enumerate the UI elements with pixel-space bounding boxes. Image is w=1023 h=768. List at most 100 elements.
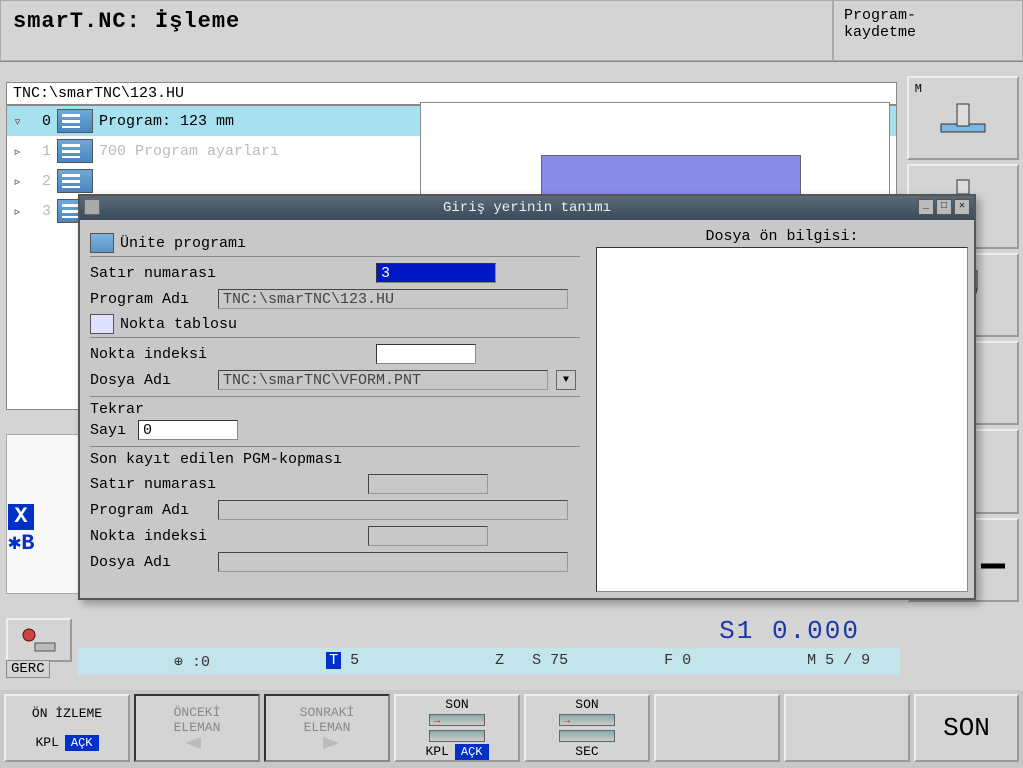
axis-display: X ✱B <box>8 504 68 556</box>
dialog-preview: Dosya ön bilgisi: <box>590 220 974 598</box>
z-label: Z <box>495 652 504 671</box>
gerc-label: GERC <box>6 660 50 678</box>
t-indicator: T <box>326 652 341 669</box>
point-table-icon <box>90 314 114 334</box>
m-label: M <box>915 82 922 95</box>
mode-l2: kaydetme <box>844 24 1012 41</box>
softkey-prev-element[interactable]: ÖNCEKİ ELEMAN <box>134 694 260 762</box>
progress-icon <box>559 730 615 742</box>
point-index-label: Nokta indeksi <box>90 346 240 363</box>
app-title: smarT.NC: İşleme <box>0 0 833 61</box>
softkey-empty-1[interactable] <box>654 694 780 762</box>
axis-b-label: ✱B <box>8 531 34 556</box>
expand-icon[interactable]: ▹ <box>13 202 25 221</box>
progress-icon: → <box>559 714 615 726</box>
softkey-empty-2[interactable] <box>784 694 910 762</box>
program-name-label: Program Adı <box>90 291 210 308</box>
sk-label: ÖN İZLEME <box>32 706 102 721</box>
tree-label: Program: 123 mm <box>99 113 234 130</box>
file-name-label: Dosya Adı <box>90 372 210 389</box>
arrow-left-icon <box>177 735 217 751</box>
minimize-icon[interactable]: _ <box>918 199 934 215</box>
s-value: S 75 <box>532 652 568 671</box>
line-number-label: Satır numarası <box>90 265 240 282</box>
status-icon-button[interactable] <box>6 618 72 662</box>
count-label: Sayı <box>90 422 130 439</box>
unit-program-icon <box>90 233 114 253</box>
saved-line-label: Satır numarası <box>90 476 240 493</box>
dialog-icon <box>84 199 100 215</box>
mode-label: Program- kaydetme <box>833 0 1023 61</box>
saved-point-index-label: Nokta indeksi <box>90 528 240 545</box>
status-values: ⊕ :0 T 5 Z S 75 F 0 M 5 / 9 <box>78 648 900 675</box>
axis-x-label: X <box>8 504 34 530</box>
saved-point-index-field <box>368 526 488 546</box>
saved-program-label: Program Adı <box>90 502 210 519</box>
ack-tag: AÇK <box>455 744 489 760</box>
origin-value: ⊕ :0 <box>174 652 210 671</box>
status-bar: S1 0.000 ⊕ :0 T 5 Z S 75 F 0 M 5 / 9 <box>0 612 900 672</box>
file-name-field[interactable]: TNC:\smarTNC\VFORM.PNT <box>218 370 548 390</box>
dialog-form: Ünite programı Satır numarası 3 Program … <box>80 220 590 598</box>
softkey-bar: ÖN İZLEME KPL AÇK ÖNCEKİ ELEMAN SONRAKİ … <box>0 690 1023 768</box>
minus-icon <box>975 548 1011 584</box>
m-value: M 5 / 9 <box>807 652 870 671</box>
file-preview-label: Dosya ön bilgisi: <box>596 226 968 247</box>
softkey-next-element[interactable]: SONRAKİ ELEMAN <box>264 694 390 762</box>
saved-file-label: Dosya Adı <box>90 554 210 571</box>
spindle-display: S1 0.000 <box>78 616 900 646</box>
last-saved-label: Son kayıt edilen PGM-kopması <box>90 451 580 468</box>
t-value: 5 <box>350 652 359 669</box>
ack-tag: AÇK <box>65 735 99 751</box>
repeat-label: Tekrar <box>90 401 580 418</box>
line-number-input[interactable]: 3 <box>376 263 496 283</box>
progress-icon <box>429 730 485 742</box>
softkey-son-kpl[interactable]: SON → KPL AÇK <box>394 694 520 762</box>
expand-icon[interactable]: ▹ <box>13 142 25 161</box>
saved-line-field <box>368 474 488 494</box>
kpl-label: KPL <box>425 744 448 759</box>
softkey-son[interactable]: SON <box>914 694 1019 762</box>
sec-label: SEC <box>575 744 598 759</box>
close-icon[interactable]: ✕ <box>954 199 970 215</box>
file-preview-area <box>596 247 968 592</box>
expand-icon[interactable]: ▹ <box>13 172 25 191</box>
kpl-label: KPL <box>35 735 58 750</box>
dropdown-icon[interactable]: ▼ <box>556 370 576 390</box>
expand-icon[interactable]: ▿ <box>13 112 25 131</box>
item-icon <box>57 169 93 193</box>
program-icon <box>57 109 93 133</box>
sk-label2: ELEMAN <box>174 720 221 735</box>
machine-icon <box>933 98 993 138</box>
mode-l1: Program- <box>844 7 1012 24</box>
entry-point-dialog: Giriş yerinin tanımı _ □ ✕ Ünite program… <box>78 194 976 600</box>
saved-program-field <box>218 500 568 520</box>
probe-icon <box>19 625 59 655</box>
section-unit-program: Ünite programı <box>90 230 580 257</box>
program-name-field: TNC:\smarTNC\123.HU <box>218 289 568 309</box>
arrow-right-icon <box>307 735 347 751</box>
section-point-table: Nokta tablosu <box>90 311 580 338</box>
f-value: F 0 <box>664 652 691 671</box>
tree-label: 700 Program ayarları <box>99 143 279 160</box>
progress-icon: → <box>429 714 485 726</box>
softkey-son-sec[interactable]: SON → SEC <box>524 694 650 762</box>
tree-num: 3 <box>31 203 51 220</box>
sk-label: SONRAKİ <box>300 705 355 720</box>
softkey-preview[interactable]: ÖN İZLEME KPL AÇK <box>4 694 130 762</box>
sk-label: SON <box>575 697 598 712</box>
count-input[interactable]: 0 <box>138 420 238 440</box>
tree-num: 2 <box>31 173 51 190</box>
sk-label: SON <box>445 697 468 712</box>
section-label: Ünite programı <box>120 235 246 252</box>
machine-button[interactable]: M <box>907 76 1019 160</box>
settings-icon <box>57 139 93 163</box>
maximize-icon[interactable]: □ <box>936 199 952 215</box>
point-index-input[interactable] <box>376 344 476 364</box>
sk-label: ÖNCEKİ <box>174 705 221 720</box>
section-label: Nokta tablosu <box>120 316 237 333</box>
tree-num: 0 <box>31 113 51 130</box>
dialog-titlebar[interactable]: Giriş yerinin tanımı _ □ ✕ <box>80 196 974 220</box>
saved-file-field <box>218 552 568 572</box>
sk-label2: ELEMAN <box>304 720 351 735</box>
